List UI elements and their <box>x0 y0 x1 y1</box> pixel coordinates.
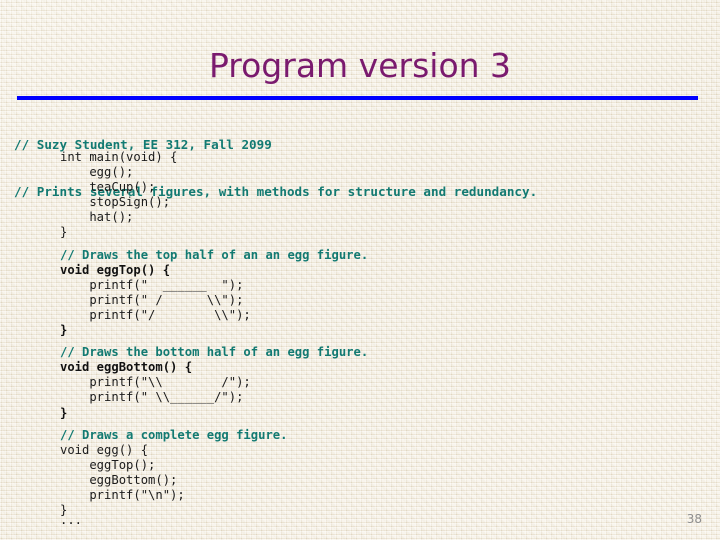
slide-canvas: Program version 3 // Suzy Student, EE 31… <box>0 0 720 540</box>
code-line: void egg() { <box>60 442 149 457</box>
code-line: hat(); <box>60 210 134 225</box>
code-line: int main(void) { <box>60 150 178 164</box>
code-block-spacer <box>60 421 368 428</box>
code-line: void eggBottom() { <box>60 360 193 375</box>
page-title: Program version 3 <box>208 46 512 85</box>
title-block: Program version 3 <box>0 46 720 86</box>
page-number: 38 <box>686 512 702 526</box>
code-line: printf("\n"); <box>60 487 185 502</box>
code-line: } <box>60 405 68 420</box>
code-block-spacer <box>60 241 368 248</box>
code-line: printf("/ \\"); <box>60 307 251 322</box>
code-ellipsis: ... <box>60 513 83 527</box>
code-line: // Draws the bottom half of an egg figur… <box>60 345 369 360</box>
title-underline-rule <box>17 96 698 100</box>
code-line: eggTop(); <box>60 457 156 472</box>
code-line: // Draws a complete egg figure. <box>60 427 288 442</box>
code-line: printf("\\ /"); <box>60 375 251 390</box>
code-line: } <box>60 323 68 338</box>
code-listing: int main(void) { egg(); teaCup(); stopSi… <box>60 150 368 518</box>
code-line: egg(); <box>60 165 134 180</box>
code-line: // Draws the top half of an an egg figur… <box>60 247 369 262</box>
code-block-spacer <box>60 338 368 345</box>
code-line: stopSign(); <box>60 195 171 210</box>
code-line: void eggTop() { <box>60 262 171 277</box>
code-line: teaCup(); <box>60 180 156 195</box>
code-line: eggBottom(); <box>60 472 178 487</box>
code-line: printf(" ______ "); <box>60 277 244 292</box>
code-line: printf(" \\______/"); <box>60 390 244 405</box>
code-line: } <box>60 503 68 518</box>
code-line: } <box>60 225 68 240</box>
code-line: printf(" / \\"); <box>60 292 244 307</box>
